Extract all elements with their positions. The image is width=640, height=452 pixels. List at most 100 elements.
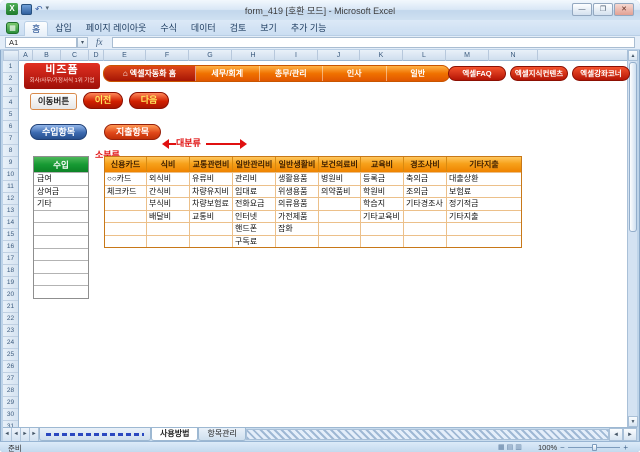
row-header-9[interactable]: 9 — [3, 157, 18, 169]
expense-cell[interactable]: 의약품비 — [319, 184, 361, 197]
scroll-down-icon[interactable]: ▼ — [628, 416, 638, 427]
vertical-scroll-thumb[interactable] — [629, 62, 637, 232]
nav-home[interactable]: ⌂ 엑셀자동화 홈 — [104, 66, 196, 81]
expense-cell[interactable] — [319, 234, 361, 247]
zoom-slider-knob[interactable] — [592, 444, 597, 451]
ribbon-tab-삽입[interactable]: 삽입 — [48, 21, 79, 36]
expense-cell[interactable]: 체크카드 — [105, 184, 147, 197]
ribbon-tab-데이터[interactable]: 데이터 — [184, 21, 223, 36]
income-cell[interactable]: 기타 — [34, 197, 88, 210]
expense-cell[interactable] — [105, 234, 147, 247]
page-break-view-icon[interactable]: ▥ — [515, 442, 522, 452]
sheet-tab-사용방법[interactable]: 사용방법 — [151, 428, 199, 441]
row-header-14[interactable]: 14 — [3, 217, 18, 229]
ribbon-tab-홈[interactable]: 홈 — [24, 21, 49, 36]
name-box[interactable]: A1 — [5, 37, 77, 48]
zoom-in-icon[interactable]: + — [623, 442, 628, 452]
expense-cell[interactable]: 임대료 — [233, 184, 276, 197]
row-header-1[interactable]: 1 — [3, 61, 18, 73]
prev-button[interactable]: 이전 — [83, 92, 123, 109]
row-header-16[interactable]: 16 — [3, 241, 18, 253]
expense-header-일반생활비[interactable]: 일반생활비 — [276, 157, 319, 172]
expense-cell[interactable]: 조의금 — [404, 184, 447, 197]
hscroll-left-icon[interactable]: ◄ — [609, 428, 623, 441]
expense-cell[interactable] — [319, 209, 361, 222]
column-header-H[interactable]: H — [232, 50, 275, 61]
link-button-엑셀지식컨텐츠[interactable]: 엑셀지식컨텐츠 — [510, 66, 568, 81]
income-table-header[interactable]: 수입 — [34, 157, 88, 172]
expense-cell[interactable]: 차량보험료 — [190, 197, 233, 210]
row-header-20[interactable]: 20 — [3, 289, 18, 301]
expense-header-보건의료비[interactable]: 보건의료비 — [319, 157, 361, 172]
tab-scroll-prev-icon[interactable]: ◄ — [12, 428, 21, 441]
expense-cell[interactable]: 기타경조사 — [404, 197, 447, 210]
expense-cell[interactable]: 간식비 — [147, 184, 190, 197]
hscroll-right-icon[interactable]: ► — [623, 428, 637, 441]
normal-view-icon[interactable]: ▦ — [498, 442, 505, 452]
zoom-level[interactable]: 100% — [538, 443, 557, 452]
expense-cell[interactable]: 기타지출 — [447, 209, 521, 223]
expense-cell[interactable] — [361, 222, 404, 235]
scroll-up-icon[interactable]: ▲ — [628, 50, 638, 61]
expense-cell[interactable]: 잡화 — [276, 222, 319, 235]
income-cell[interactable] — [34, 209, 88, 223]
expense-cell[interactable]: 대출상환 — [447, 172, 521, 185]
row-header-6[interactable]: 6 — [3, 121, 18, 133]
expense-cell[interactable] — [190, 234, 233, 247]
vertical-scrollbar[interactable]: ▲ ▼ — [627, 50, 638, 427]
maximize-button[interactable]: ❐ — [593, 3, 613, 16]
expense-header-교육비[interactable]: 교육비 — [361, 157, 404, 172]
row-header-19[interactable]: 19 — [3, 277, 18, 289]
expense-header-경조사비[interactable]: 경조사비 — [404, 157, 447, 172]
expense-cell[interactable] — [447, 234, 521, 248]
row-header-15[interactable]: 15 — [3, 229, 18, 241]
row-header-7[interactable]: 7 — [3, 133, 18, 145]
nav-item-총무/관리[interactable]: 총무/관리 — [260, 66, 323, 81]
row-header-13[interactable]: 13 — [3, 205, 18, 217]
expense-section-button[interactable]: 지출항목 — [104, 124, 161, 140]
row-header-10[interactable]: 10 — [3, 169, 18, 181]
row-header-26[interactable]: 26 — [3, 361, 18, 373]
column-header-J[interactable]: J — [318, 50, 360, 61]
tab-scroll-last-icon[interactable]: ► — [30, 428, 39, 441]
nav-item-일반[interactable]: 일반 — [387, 66, 450, 81]
income-cell[interactable]: 급여 — [34, 172, 88, 185]
column-header-F[interactable]: F — [146, 50, 189, 61]
income-cell[interactable] — [34, 285, 88, 298]
row-header-29[interactable]: 29 — [3, 397, 18, 409]
income-cell[interactable]: 상여금 — [34, 184, 88, 198]
expense-cell[interactable]: ○○카드 — [105, 172, 147, 185]
column-header-I[interactable]: I — [275, 50, 318, 61]
expense-cell[interactable]: 위생용품 — [276, 184, 319, 197]
row-header-17[interactable]: 17 — [3, 253, 18, 265]
column-header-E[interactable]: E — [104, 50, 146, 61]
column-header-K[interactable]: K — [360, 50, 403, 61]
income-cell[interactable] — [34, 234, 88, 248]
select-all-corner[interactable] — [3, 50, 19, 61]
nav-item-인사[interactable]: 인사 — [323, 66, 387, 81]
column-header-N[interactable]: N — [489, 50, 538, 61]
horizontal-scrollbar[interactable] — [245, 429, 609, 440]
row-header-25[interactable]: 25 — [3, 349, 18, 361]
expense-cell[interactable]: 병원비 — [319, 172, 361, 185]
row-header-2[interactable]: 2 — [3, 73, 18, 85]
zoom-out-icon[interactable]: − — [560, 442, 565, 452]
expense-cell[interactable]: 외식비 — [147, 172, 190, 185]
expense-cell[interactable] — [276, 234, 319, 247]
tab-scroll-next-icon[interactable]: ► — [21, 428, 30, 441]
column-header-M[interactable]: M — [446, 50, 489, 61]
row-header-8[interactable]: 8 — [3, 145, 18, 157]
row-header-28[interactable]: 28 — [3, 385, 18, 397]
row-header-22[interactable]: 22 — [3, 313, 18, 325]
zoom-slider[interactable]: − + — [560, 442, 628, 452]
link-button-엑셀강좌코너[interactable]: 엑셀강좌코너 — [572, 66, 630, 81]
page-layout-view-icon[interactable]: ▤ — [507, 442, 514, 452]
expense-cell[interactable]: 배달비 — [147, 209, 190, 222]
expense-cell[interactable]: 전화요금 — [233, 197, 276, 210]
expense-cell[interactable]: 구독료 — [233, 234, 276, 247]
expense-cell[interactable]: 기타교육비 — [361, 209, 404, 222]
row-header-27[interactable]: 27 — [3, 373, 18, 385]
expense-cell[interactable] — [105, 222, 147, 235]
ribbon-tab-추가 기능[interactable]: 추가 기능 — [284, 21, 334, 36]
row-header-24[interactable]: 24 — [3, 337, 18, 349]
